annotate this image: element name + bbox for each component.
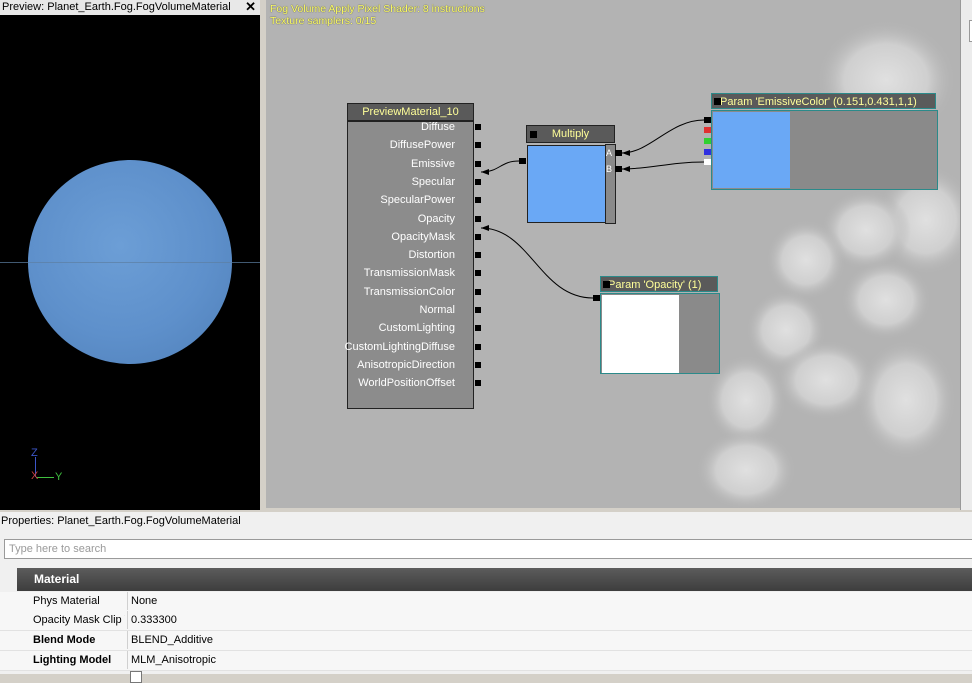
node-title: Multiply bbox=[526, 125, 615, 143]
search-input[interactable] bbox=[5, 540, 972, 558]
property-row[interactable]: Phys Material None bbox=[0, 592, 972, 612]
property-value[interactable]: 0.333300 bbox=[127, 611, 971, 629]
input-port[interactable] bbox=[475, 343, 481, 350]
input-label: Specular bbox=[411, 175, 455, 188]
input-label: TransmissionColor bbox=[363, 285, 455, 298]
input-label-b: B bbox=[606, 164, 613, 174]
input-label: Distortion bbox=[408, 249, 455, 262]
horizon-line bbox=[0, 262, 260, 263]
preview-viewport[interactable]: Z X Y bbox=[0, 15, 260, 510]
input-port[interactable] bbox=[475, 270, 481, 277]
multiply-preview-swatch bbox=[527, 145, 606, 223]
property-checkbox[interactable] bbox=[130, 671, 142, 683]
input-label: Normal bbox=[419, 304, 455, 316]
input-label-a: A bbox=[606, 148, 613, 158]
axis-label-z: Z bbox=[31, 447, 38, 459]
preview-title: Preview: Planet_Earth.Fog.FogVolumeMater… bbox=[2, 1, 231, 13]
property-row[interactable]: Lighting Model MLM_Anisotropic bbox=[0, 651, 972, 671]
property-value[interactable]: MLM_Anisotropic bbox=[127, 651, 971, 669]
input-port[interactable] bbox=[475, 178, 481, 185]
right-side-panel bbox=[960, 0, 972, 510]
multiply-node[interactable]: Multiply A B bbox=[526, 125, 616, 224]
node-toggle-icon[interactable] bbox=[530, 131, 537, 138]
emissive-param-title: Param 'EmissiveColor' (0.151,0.431,1,1) bbox=[720, 96, 917, 108]
input-port[interactable] bbox=[475, 160, 481, 167]
properties-panel: Properties: Planet_Earth.Fog.FogVolumeMa… bbox=[0, 512, 972, 683]
opacity-param-title: Param 'Opacity' (1) bbox=[608, 279, 702, 291]
search-box[interactable] bbox=[4, 539, 972, 559]
input-port[interactable] bbox=[475, 252, 481, 259]
input-port[interactable] bbox=[475, 197, 481, 204]
input-port[interactable] bbox=[475, 215, 481, 222]
property-name: Opacity Mask Clip V bbox=[33, 614, 125, 626]
emissive-preview-swatch bbox=[713, 112, 790, 188]
axis-label-y: Y bbox=[55, 471, 63, 483]
emissive-color-param-node[interactable]: Param 'EmissiveColor' (0.151,0.431,1,1) bbox=[711, 93, 938, 190]
node-title: Param 'Opacity' (1) bbox=[600, 276, 718, 292]
input-label: OpacityMask bbox=[391, 230, 455, 243]
opacity-param-node[interactable]: Param 'Opacity' (1) bbox=[600, 276, 720, 374]
emissive-param-body bbox=[711, 110, 938, 190]
property-name: Lighting Model bbox=[33, 654, 112, 666]
input-port[interactable] bbox=[475, 233, 481, 240]
input-label: SpecularPower bbox=[380, 194, 455, 207]
opacity-preview-swatch bbox=[602, 295, 679, 373]
shader-instructions-text: Fog Volume Apply Pixel Shader: 8 instruc… bbox=[270, 3, 485, 15]
node-inputs: Diffuse DiffusePower Emissive Specular Specu… bbox=[344, 121, 481, 409]
input-label: CustomLightingDiffuse bbox=[344, 340, 455, 353]
input-label: Emissive bbox=[410, 157, 455, 170]
input-label: Opacity bbox=[417, 212, 455, 225]
input-label: TransmissionMask bbox=[363, 267, 455, 280]
property-value[interactable]: BLEND_Additive bbox=[127, 631, 971, 649]
shader-stats: Fog Volume Apply Pixel Shader: 8 instruc… bbox=[270, 3, 485, 27]
input-port[interactable] bbox=[475, 124, 481, 130]
texture-samplers-text: Texture samplers: 0/15 bbox=[270, 15, 377, 27]
preview-pane: Preview: Planet_Earth.Fog.FogVolumeMater… bbox=[0, 0, 260, 510]
axis-label-x: X bbox=[31, 470, 39, 482]
node-title: Param 'EmissiveColor' (0.151,0.431,1,1) bbox=[711, 93, 936, 109]
input-port[interactable] bbox=[475, 325, 481, 332]
input-label: DiffusePower bbox=[389, 139, 455, 152]
input-label: AnisotropicDirection bbox=[357, 358, 455, 371]
input-port[interactable] bbox=[475, 380, 481, 387]
category-header-material[interactable]: Material bbox=[17, 568, 972, 591]
y-axis-line bbox=[36, 477, 54, 478]
input-port[interactable] bbox=[475, 361, 481, 368]
node-title: PreviewMaterial_10 bbox=[347, 103, 474, 121]
property-value[interactable]: None bbox=[127, 592, 971, 610]
input-label: CustomLighting bbox=[378, 322, 455, 335]
property-name: Phys Material bbox=[33, 595, 100, 607]
property-row[interactable]: Opacity Mask Clip V 0.333300 bbox=[0, 611, 972, 631]
input-port[interactable] bbox=[475, 142, 481, 149]
opacity-param-body bbox=[600, 293, 720, 374]
close-icon[interactable]: ✕ bbox=[245, 0, 256, 14]
input-port[interactable] bbox=[475, 307, 481, 313]
preview-material-node[interactable]: PreviewMaterial_10 Diffuse DiffusePower Em… bbox=[344, 103, 481, 409]
node-toggle-icon[interactable] bbox=[714, 98, 721, 105]
input-port[interactable] bbox=[475, 288, 481, 295]
properties-title: Properties: Planet_Earth.Fog.FogVolumeMa… bbox=[1, 515, 241, 527]
preview-titlebar: Preview: Planet_Earth.Fog.FogVolumeMater… bbox=[0, 0, 260, 15]
input-label: Diffuse bbox=[420, 121, 455, 133]
property-name: Blend Mode bbox=[33, 634, 96, 646]
multiply-input-strip: A B bbox=[605, 144, 616, 224]
property-row[interactable]: Blend Mode BLEND_Additive bbox=[0, 631, 972, 651]
multiply-title: Multiply bbox=[551, 128, 590, 140]
node-toggle-icon[interactable] bbox=[603, 281, 610, 288]
input-label: WorldPositionOffset bbox=[358, 377, 455, 390]
